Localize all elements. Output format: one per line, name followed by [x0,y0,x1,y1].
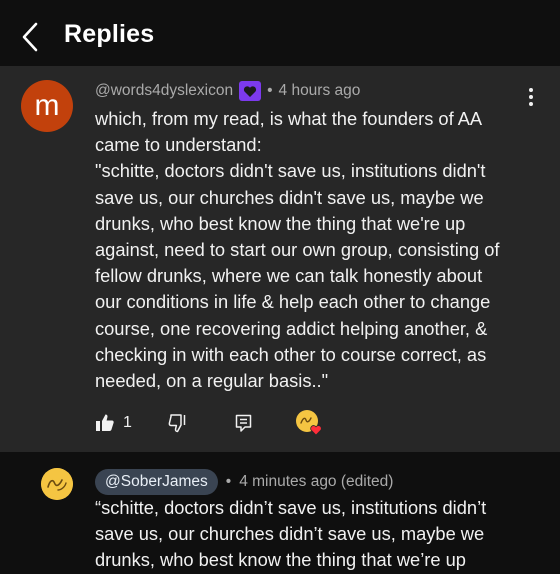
thumbs-up-icon [96,414,114,431]
reply-button[interactable] [234,409,254,437]
avatar[interactable]: m [21,80,73,132]
chevron-left-icon [22,22,38,52]
page-title: Replies [64,20,155,48]
comment-text: which, from my read, is what the founder… [95,108,500,392]
creator-heart-icon [296,410,322,436]
thumbs-down-icon [168,414,186,433]
reply-author-handle[interactable]: @SoberJames [95,469,218,495]
reply-icon [235,414,252,432]
comment-time: 4 hours ago [278,82,361,99]
like-button[interactable]: 1 [95,409,132,437]
top-bar: Replies [0,0,560,67]
highlighted-comment: m @words4dyslexicon • 4 hours ago which,… [0,66,560,452]
more-options-button[interactable] [526,86,536,108]
creator-heart[interactable] [295,409,323,437]
member-badge-icon [239,81,262,101]
back-button[interactable] [18,20,46,54]
dislike-button[interactable] [168,409,188,437]
reply-meta: @SoberJames • 4 minutes ago (edited) [95,469,393,495]
avatar[interactable] [41,468,73,500]
comment-actions: 1 [95,409,495,439]
meta-separator: • [225,473,232,490]
avatar-logo-icon [41,468,73,500]
more-vert-icon [529,88,533,106]
comment-meta: @words4dyslexicon • 4 hours ago [95,80,360,102]
reply-item: @SoberJames • 4 minutes ago (edited) “sc… [0,452,560,570]
reply-text: “schitte, doctors didn’t save us, instit… [95,497,487,571]
avatar-letter: m [34,89,60,122]
comment-author[interactable]: @words4dyslexicon [95,82,233,100]
like-count: 1 [123,414,132,431]
meta-separator: • [267,82,273,99]
reply-time: 4 minutes ago (edited) [239,473,394,490]
